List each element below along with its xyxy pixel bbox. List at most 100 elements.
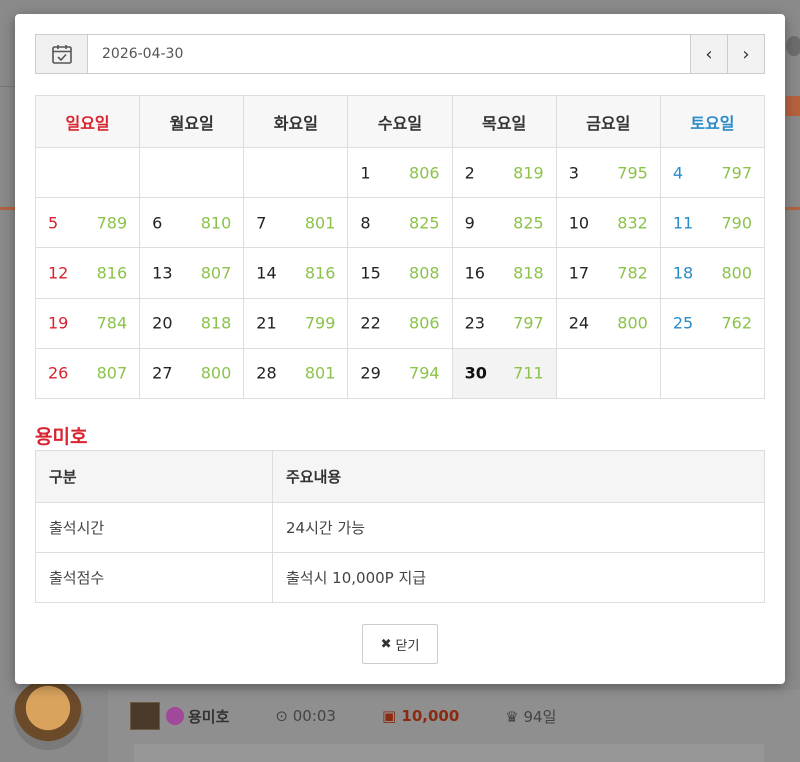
day-number: 16 xyxy=(464,263,485,283)
attendance-count: 825 xyxy=(409,213,440,233)
gem-icon xyxy=(166,707,184,725)
day-number: 17 xyxy=(568,263,590,283)
calendar-day-cell: 6 810 xyxy=(139,197,245,249)
close-icon: ✖ xyxy=(380,636,392,652)
attendance-count: 808 xyxy=(409,263,440,283)
calendar-empty-cell xyxy=(555,347,661,399)
attendance-count: 797 xyxy=(721,163,752,183)
day-number: 15 xyxy=(360,263,381,283)
attendance-info-table: 구분 주요내용 출석시간 24시간 가능 출석점수 출석시 10,000P 지급 xyxy=(35,450,765,603)
day-number: 1 xyxy=(360,163,371,183)
calendar-day-cell: 23 797 xyxy=(451,297,557,349)
calendar-day-cell: 7 801 xyxy=(243,197,349,249)
user-avatar xyxy=(13,680,83,750)
days-value: 94일 xyxy=(523,707,557,726)
attendance-count: 800 xyxy=(617,313,648,333)
prev-month-button[interactable]: ‹ xyxy=(690,35,727,73)
calendar-day-cell: 28 801 xyxy=(243,347,349,399)
attendance-count: 789 xyxy=(96,213,128,233)
calendar-day-cell: 30 711 xyxy=(451,347,557,399)
attendance-count: 800 xyxy=(200,363,232,383)
weekday-header: 토요일 xyxy=(659,95,766,148)
calendar-weekday-row: 일요일 월요일 화요일 수요일 목요일 금요일 토요일 xyxy=(34,95,766,148)
day-number: 11 xyxy=(672,213,694,233)
time-info: ⊙ 00:03 xyxy=(275,707,336,725)
info-cell-value: 출석시 10,000P 지급 xyxy=(272,552,765,603)
day-number: 14 xyxy=(256,263,277,283)
day-number: 5 xyxy=(48,213,59,233)
attendance-count: 818 xyxy=(513,263,544,283)
attendance-calendar: 일요일 월요일 화요일 수요일 목요일 금요일 토요일 1 806 2 819 3 795 4 797 5 7… xyxy=(34,95,766,399)
info-header-row: 구분 주요내용 xyxy=(35,450,765,503)
attendance-count: 794 xyxy=(409,363,440,383)
day-number: 13 xyxy=(152,263,173,283)
weekday-header: 일요일 xyxy=(34,95,141,148)
day-number: 22 xyxy=(360,313,381,333)
calendar-empty-cell xyxy=(659,347,766,399)
next-month-button[interactable]: › xyxy=(727,35,764,73)
day-number: 10 xyxy=(568,213,590,233)
section-title: 용미호 xyxy=(35,426,88,448)
day-number: 29 xyxy=(360,363,381,383)
info-cell-label: 출석시간 xyxy=(35,502,273,553)
attendance-count: 832 xyxy=(617,213,648,233)
calendar-day-cell: 5 789 xyxy=(34,197,141,249)
calendar-day-cell: 29 794 xyxy=(347,347,453,399)
date-input[interactable] xyxy=(88,35,690,73)
attendance-count: 711 xyxy=(513,363,544,383)
attendance-count: 807 xyxy=(200,263,232,283)
close-button-label: 닫기 xyxy=(395,638,420,654)
day-number: 9 xyxy=(464,213,475,233)
calendar-day-cell: 10 832 xyxy=(555,197,661,249)
calendar-day-cell: 1 806 xyxy=(347,146,453,199)
info-header-content: 주요내용 xyxy=(272,450,765,503)
day-number: 24 xyxy=(568,313,590,333)
attendance-count: 810 xyxy=(200,213,232,233)
attendance-count: 790 xyxy=(721,213,752,233)
calendar-day-cell: 16 818 xyxy=(451,247,557,299)
calendar-day-cell: 9 825 xyxy=(451,197,557,249)
date-picker-bar: ‹ › xyxy=(35,34,765,74)
attendance-count: 799 xyxy=(304,313,336,333)
calendar-day-cell: 18 800 xyxy=(659,247,766,299)
close-button[interactable]: ✖ 닫기 xyxy=(362,624,438,664)
background-button xyxy=(786,36,800,56)
day-number: 6 xyxy=(152,213,163,233)
calendar-day-cell: 8 825 xyxy=(347,197,453,249)
day-number: 18 xyxy=(672,263,694,283)
background-user-info: 용미호 ⊙ 00:03 ▣ 10,000 ♛ 94일 xyxy=(130,702,556,730)
day-number: 2 xyxy=(464,163,475,183)
day-number: 23 xyxy=(464,313,485,333)
attendance-count: 806 xyxy=(409,163,440,183)
background-divider xyxy=(0,86,15,87)
calendar-day-cell: 3 795 xyxy=(555,146,661,199)
table-row: 출석시간 24시간 가능 xyxy=(35,502,765,553)
calendar-day-cell: 26 807 xyxy=(34,347,141,399)
attendance-count: 797 xyxy=(513,313,544,333)
weekday-header: 월요일 xyxy=(139,95,245,148)
calendar-icon[interactable] xyxy=(36,35,88,73)
attendance-count: 819 xyxy=(513,163,544,183)
calendar-empty-cell xyxy=(139,146,245,199)
attendance-count: 825 xyxy=(513,213,544,233)
day-number: 21 xyxy=(256,313,277,333)
attendance-count: 782 xyxy=(617,263,648,283)
day-number: 25 xyxy=(672,313,694,333)
table-row: 출석점수 출석시 10,000P 지급 xyxy=(35,552,765,603)
calendar-week-row: 1 806 2 819 3 795 4 797 xyxy=(34,146,766,199)
calendar-day-cell: 17 782 xyxy=(555,247,661,299)
background-badge xyxy=(786,96,800,116)
attendance-count: 800 xyxy=(721,263,752,283)
calendar-day-cell: 21 799 xyxy=(243,297,349,349)
calendar-week-row: 12 816 13 807 14 816 15 808 16 818 17 782 18 800 xyxy=(34,247,766,299)
day-number: 8 xyxy=(360,213,371,233)
day-number: 20 xyxy=(152,313,173,333)
attendance-count: 801 xyxy=(304,363,336,383)
calendar-day-cell: 27 800 xyxy=(139,347,245,399)
calendar-day-cell: 22 806 xyxy=(347,297,453,349)
days-info: ♛ 94일 xyxy=(505,707,557,726)
day-number: 19 xyxy=(48,313,69,333)
calendar-day-cell: 4 797 xyxy=(659,146,766,199)
calendar-day-cell: 2 819 xyxy=(451,146,557,199)
calendar-week-row: 5 789 6 810 7 801 8 825 9 825 10 832 11 790 xyxy=(34,197,766,249)
